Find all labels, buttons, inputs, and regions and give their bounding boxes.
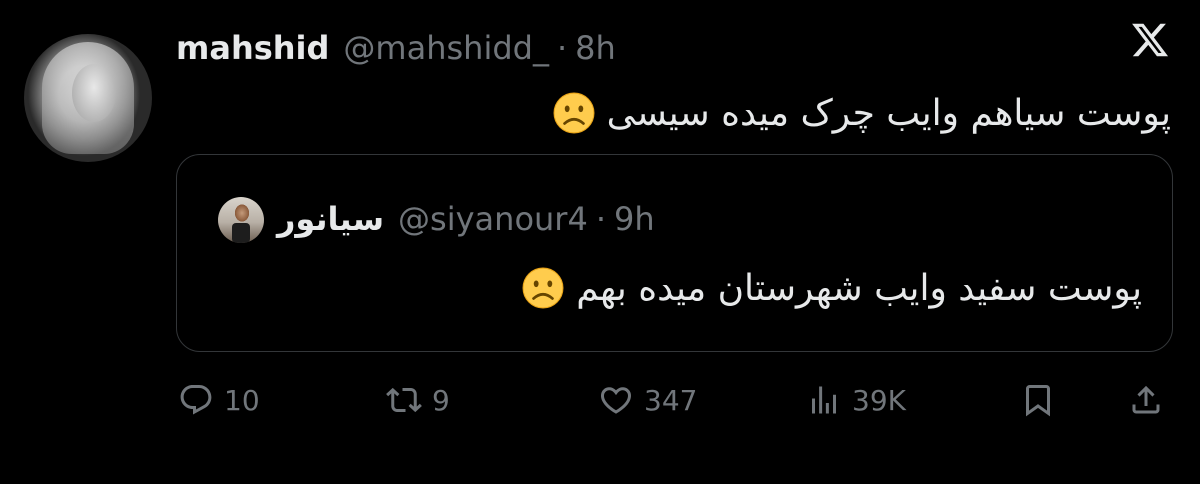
quoted-author-name: سیانور	[277, 200, 385, 238]
bookmark-icon	[1026, 385, 1050, 417]
quoted-tweet-header: سیانور @siyanour4 · 9h	[277, 199, 655, 239]
repost-icon	[386, 387, 422, 413]
like-count: 347	[644, 383, 698, 417]
tweet-text: پوست سیاهم وایب چرک میده سیسی	[553, 92, 1171, 134]
repost-button[interactable]: 9	[386, 374, 450, 426]
separator-dot: ·	[556, 29, 568, 67]
heart-icon	[600, 387, 632, 414]
tweet-body: پوست سیاهم وایب چرک میده سیسی	[606, 92, 1171, 134]
frowning-face-emoji	[522, 267, 564, 309]
quoted-tweet-card[interactable]: سیانور @siyanour4 · 9h پوست سفید وایب شه…	[176, 154, 1173, 352]
quoted-separator-dot: ·	[595, 200, 606, 238]
share-button[interactable]	[1128, 374, 1164, 426]
views-count: 39K	[852, 383, 906, 417]
quoted-tweet-text: پوست سفید وایب شهرستان میده بهم	[522, 267, 1142, 309]
reply-button[interactable]: 10	[178, 374, 260, 426]
bookmark-button[interactable]	[1020, 374, 1056, 426]
author-handle[interactable]: @mahshidd_	[343, 29, 549, 67]
author-name[interactable]: mahshid	[176, 29, 329, 67]
share-icon	[1132, 385, 1160, 414]
avatar-face	[72, 64, 116, 122]
frowning-face-emoji	[553, 92, 595, 134]
quoted-author-handle: @siyanour4	[398, 200, 588, 238]
like-button[interactable]: 347	[598, 374, 697, 426]
reply-icon	[180, 385, 212, 415]
quoted-tweet-body: پوست سفید وایب شهرستان میده بهم	[576, 267, 1142, 309]
author-avatar[interactable]	[24, 34, 152, 162]
repost-count: 9	[432, 383, 450, 417]
views-icon	[812, 386, 836, 414]
reply-count: 10	[224, 383, 260, 417]
quoted-tweet-time: 9h	[613, 200, 655, 238]
x-logo-icon	[1132, 23, 1169, 57]
views-button[interactable]: 39K	[806, 374, 906, 426]
tweet-time[interactable]: 8h	[575, 29, 616, 67]
tweet-header: mahshid @mahshidd_ · 8h	[176, 26, 616, 70]
quoted-author-avatar	[218, 197, 264, 243]
